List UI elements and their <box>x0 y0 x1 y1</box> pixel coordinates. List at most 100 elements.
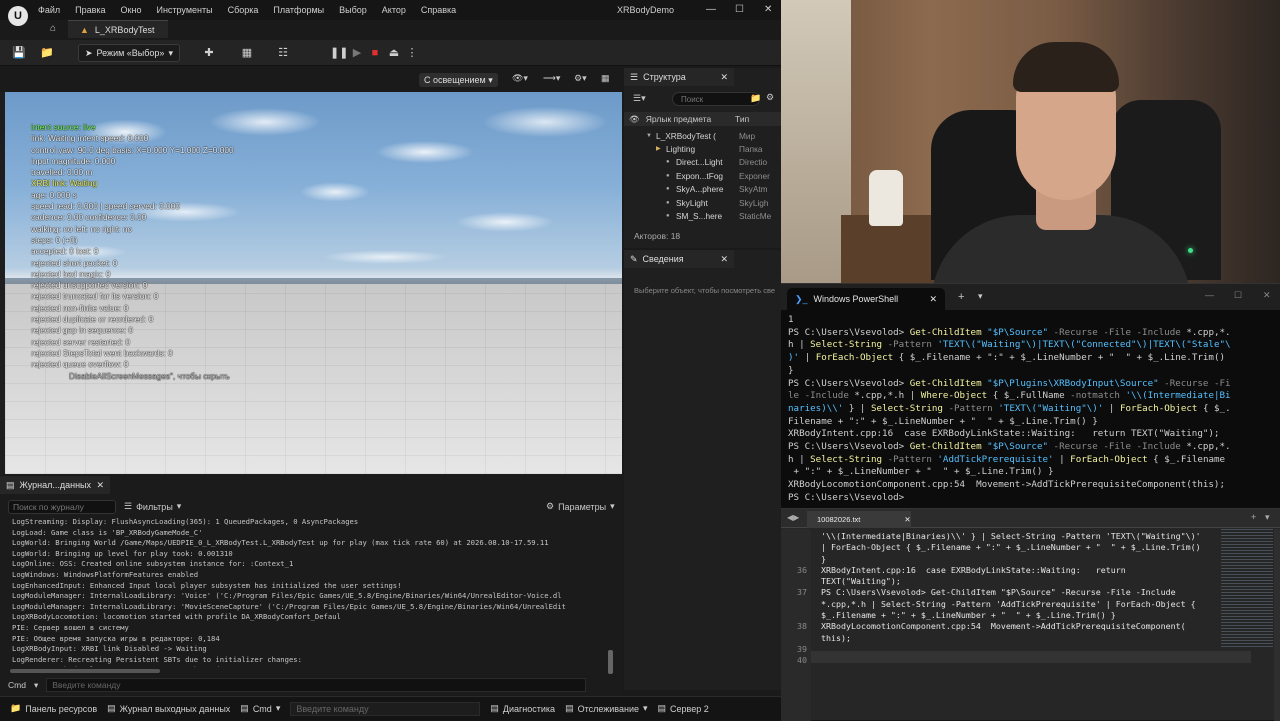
close-icon[interactable]: ✕ <box>720 254 728 265</box>
outliner-row[interactable]: ▶ Lighting Папка <box>624 142 781 155</box>
server-button[interactable]: ▤ Сервер 2 <box>658 703 709 714</box>
unreal-logo-icon[interactable]: U <box>8 6 28 26</box>
stop-icon[interactable]: ■ <box>368 46 382 60</box>
server-icon: ▤ <box>657 703 667 713</box>
outliner-row[interactable]: ● Direct...Light Directio <box>624 156 781 169</box>
snap-icon[interactable]: ⟶▾ <box>543 73 560 84</box>
eye-icon[interactable]: 👁 <box>629 114 640 125</box>
output-log-tab[interactable]: ▤ Журнал...данных ✕ <box>0 476 110 494</box>
details-tab[interactable]: ✎ Сведения ✕ <box>624 250 734 268</box>
statusbar-cmd-dropdown[interactable]: ▤ Cmd ▾ <box>240 703 280 714</box>
editor-scrollbar[interactable] <box>1274 529 1280 721</box>
close-icon[interactable]: ✕ <box>929 294 937 305</box>
outliner-search-input[interactable]: Поиск <box>672 92 760 106</box>
outliner-header: 👁 Ярлык предмета Тип <box>624 112 781 126</box>
close-window-icon[interactable]: ✕ <box>1263 290 1271 301</box>
editor-line-text: this); <box>821 632 851 643</box>
powershell-console-text[interactable]: 1 PS C:\Users\Vsevolod> Get-ChildItem "$P… <box>788 314 1276 505</box>
editor-line: 36 XRBodyIntent.cpp:16 case EXRBodyLinkSt… <box>781 565 1221 576</box>
minimize-icon[interactable]: — <box>706 4 716 15</box>
outliner-row[interactable]: ● SkyLight SkyLigh <box>624 196 781 209</box>
col-label-header[interactable]: Ярлык предмета <box>646 114 711 124</box>
chevron-down-icon[interactable]: ▾ <box>34 680 38 691</box>
log-search-input[interactable]: Поиск по журналу <box>8 500 116 514</box>
settings-icon[interactable]: ⚙▾ <box>574 73 587 84</box>
console-token: PS C:\Users\Vsevolod> <box>788 441 910 453</box>
select-mode-button[interactable]: ➤ Режим «Выбор» ▾ <box>78 44 180 62</box>
pause-icon[interactable]: ❚❚ <box>330 46 348 60</box>
layout-icon[interactable]: ▦ <box>601 73 610 84</box>
cmd-dropdown[interactable]: Cmd <box>8 680 26 690</box>
filter-icon[interactable]: ☰▾ <box>633 93 646 104</box>
menu-item[interactable]: Актор <box>382 5 406 15</box>
log-line: LogWorld: Bringing up level for play too… <box>12 548 233 558</box>
outliner-row[interactable]: ● Expon...tFog Exponer <box>624 169 781 182</box>
level-tab[interactable]: ▲ L_XRBodyTest <box>68 20 169 38</box>
debug-message-line: rejected non-finite value: 0 <box>31 302 129 313</box>
close-icon[interactable]: ✕ <box>720 72 728 83</box>
statusbar-cmd-label: Cmd <box>252 703 272 714</box>
content-browser-button[interactable]: 📁 Панель ресурсов <box>10 703 97 714</box>
home-icon[interactable]: ⌂ <box>50 23 56 34</box>
editor-file-tab[interactable]: 10082026.txt ✕ <box>807 511 911 528</box>
save-icon[interactable]: 💾 <box>12 46 26 60</box>
console-input[interactable]: Введите команду <box>46 678 587 692</box>
browse-icon[interactable]: 📁 <box>40 46 54 60</box>
output-log-button[interactable]: ▤ Журнал выходных данных <box>107 703 230 714</box>
more-options-icon[interactable]: ⋮ <box>405 46 419 60</box>
folder-add-icon[interactable]: 📁 <box>750 93 761 104</box>
menu-item[interactable]: Платформы <box>273 5 324 15</box>
menu-item[interactable]: Файл <box>38 5 60 15</box>
server-label: Сервер 2 <box>670 703 709 714</box>
minimize-icon[interactable]: — <box>1205 290 1214 300</box>
log-text-area[interactable]: LogStreaming: Display: FlushAsyncLoading… <box>12 517 607 667</box>
tracking-button[interactable]: ▤ Отслеживание ▾ <box>565 703 647 714</box>
editor-text-area[interactable]: '\\(Intermediate|Binaries)\\' } | Select… <box>781 531 1221 667</box>
close-icon[interactable]: ✕ <box>764 4 772 15</box>
tab-scroll-arrows-icon[interactable]: ◀▶ <box>787 513 799 522</box>
menu-item[interactable]: Справка <box>421 5 456 15</box>
add-actor-icon[interactable]: ✚ <box>202 46 216 60</box>
menu-item[interactable]: Правка <box>75 5 105 15</box>
statusbar-console-input[interactable]: Введите команду <box>290 701 481 716</box>
close-icon[interactable]: ✕ <box>904 515 910 524</box>
viewport-canvas[interactable]: intent source: live link: Waiting intent … <box>5 92 622 474</box>
col-type-header[interactable]: Тип <box>735 114 749 124</box>
console-line: PS C:\Users\Vsevolod> <box>788 492 1276 505</box>
diagnostics-button[interactable]: ▤ Диагностика <box>490 703 555 714</box>
editor-minimap[interactable] <box>1221 529 1273 649</box>
outliner-row[interactable]: ● SM_S...here StaticMe <box>624 209 781 222</box>
maximize-icon[interactable]: ☐ <box>1234 290 1242 301</box>
powershell-tab[interactable]: ❯_ Windows PowerShell ✕ <box>787 288 945 310</box>
debug-message-line: rejected server restarted: 0 <box>31 336 131 347</box>
outliner-row[interactable]: ● SkyA...phere SkyAtm <box>624 183 781 196</box>
outliner-row[interactable]: ▼ L_XRBodyTest (Мир <box>624 129 781 142</box>
show-flags-icon[interactable]: 👁▾ <box>512 73 528 84</box>
eject-icon[interactable]: ⏏ <box>387 46 401 60</box>
step-icon[interactable]: ▶ <box>350 46 364 60</box>
menu-item[interactable]: Сборка <box>228 5 259 15</box>
editor-line-text: $_.Filename + ":" + $_.LineNumber + " " … <box>821 610 1116 621</box>
debug-message-line: intent source: live <box>31 122 96 132</box>
new-tab-icon[interactable]: + <box>1251 512 1256 522</box>
outliner-tab[interactable]: ☰ Структура ✕ <box>624 68 734 86</box>
new-tab-icon[interactable]: + <box>958 291 964 303</box>
log-params-button[interactable]: ⚙ Параметры ▾ <box>546 501 615 512</box>
settings-icon[interactable]: ⚙ <box>766 92 774 103</box>
log-h-scrollbar[interactable] <box>10 669 160 673</box>
cinematics-icon[interactable]: ☷ <box>276 46 290 60</box>
close-icon[interactable]: ✕ <box>96 480 104 491</box>
filters-button[interactable]: ☰ Фильтры ▾ <box>124 501 181 512</box>
editor-line-text: TEXT("Waiting"); <box>821 576 901 587</box>
menu-item[interactable]: Окно <box>121 5 142 15</box>
chevron-down-icon[interactable]: ▾ <box>978 291 983 302</box>
line-number: 38 <box>797 621 807 632</box>
debug-message-line: rejected truncated for its version: 0 <box>31 291 159 302</box>
blueprint-icon[interactable]: ▦ <box>240 46 254 60</box>
menu-item[interactable]: Выбор <box>339 5 367 15</box>
chevron-down-icon[interactable]: ▾ <box>1265 512 1270 523</box>
log-scrollbar[interactable] <box>608 650 613 674</box>
maximize-icon[interactable]: ☐ <box>735 4 744 15</box>
lighting-mode-button[interactable]: С освещением ▾ <box>419 73 498 87</box>
menu-item[interactable]: Инструменты <box>156 5 212 15</box>
